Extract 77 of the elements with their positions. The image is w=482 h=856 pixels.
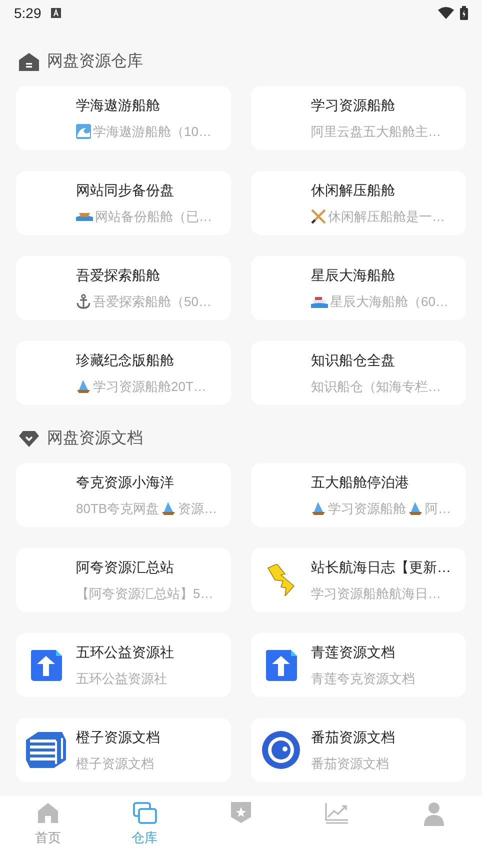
sailboat-icon (311, 501, 326, 516)
resource-card[interactable]: 网站同步备份盘 网站备份船舱（已… (16, 171, 231, 235)
card-subtitle: 五环公益资源社 (76, 670, 167, 688)
resource-card[interactable]: 休闲解压船舱 休闲解压船舱是一… (251, 171, 466, 235)
card-title: 夸克资源小海洋 (76, 472, 175, 492)
card-subtitle: 【阿夸资源汇总站】5… (76, 584, 214, 603)
resource-card[interactable]: 橙子资源文档 橙子资源文档 (16, 718, 231, 782)
sailboat-icon (161, 501, 176, 516)
resource-card[interactable]: 知识船仓全盘 知识船仓（知海专栏… (251, 341, 466, 405)
trend-chart-icon (325, 802, 350, 824)
card-subtitle: 星辰大海船舱（60… (330, 292, 448, 311)
resource-card[interactable]: 星辰大海船舱 星辰大海船舱（60… (251, 256, 466, 320)
battery-icon (460, 6, 468, 20)
card-title: 学海遨游船舱 (76, 96, 161, 115)
card-subtitle: 资源… (178, 500, 218, 518)
upload-arrow-logo-icon (264, 648, 298, 682)
resource-card[interactable]: 站长航海日志【更新… 学习资源船舱航海日… (251, 548, 466, 612)
section-title: 网盘资源文档 (47, 428, 143, 449)
card-title: 网站同步备份盘 (76, 180, 175, 200)
circle-logo-icon (261, 730, 301, 770)
resource-card[interactable]: 五大船舱停泊港 学习资源船舱 阿… (251, 463, 466, 527)
card-subtitle: 吾爱探索船舱（50… (93, 292, 212, 311)
card-subtitle: 学习资源船舱20T… (93, 378, 206, 396)
ship-icon (311, 295, 328, 308)
card-subtitle: 知识船仓（知海专栏… (311, 378, 441, 396)
card-subtitle: 学习资源船舱 (328, 500, 406, 518)
card-title: 番茄资源文档 (311, 728, 395, 747)
card-subtitle: 学海遨游船舱（10… (93, 122, 212, 141)
card-title: 学习资源船舱 (311, 96, 396, 115)
resource-card[interactable]: 青莲资源文档 青莲夸克资源文档 (251, 633, 466, 697)
home-icon (37, 802, 60, 824)
card-subtitle: 休闲解压船舱是一… (328, 208, 445, 226)
section-title: 网盘资源仓库 (47, 52, 143, 72)
shield-star-icon (231, 802, 252, 824)
boat-icon (76, 212, 93, 220)
house-icon (19, 53, 39, 71)
card-title: 珍藏纪念版船舱 (76, 350, 175, 370)
card-title: 五大船舱停泊港 (311, 472, 410, 492)
resource-card[interactable]: 珍藏纪念版船舱 学习资源船舱20T… (16, 341, 231, 405)
card-title: 站长航海日志【更新… (311, 558, 451, 577)
upload-arrow-logo-icon (29, 648, 63, 682)
status-time: 5:29 (14, 4, 42, 22)
stacked-cards-icon (132, 802, 157, 824)
person-icon (422, 802, 445, 826)
card-title: 五环公益资源社 (76, 642, 174, 662)
card-title: 星辰大海船舱 (311, 266, 396, 285)
diamond-tag-icon (19, 430, 39, 448)
stacked-box-logo-icon (26, 732, 66, 768)
resource-card[interactable]: 番茄资源文档 番茄资源文档 (251, 718, 466, 782)
card-title: 青莲资源文档 (311, 642, 396, 662)
resource-card[interactable]: 学海遨游船舱 学海遨游船舱（10… (16, 86, 231, 150)
resource-card[interactable]: 学习资源船舱 阿里云盘五大船舱主… (251, 86, 466, 150)
wifi-icon (438, 7, 454, 19)
sailboat-icon (76, 379, 91, 394)
card-title: 吾爱探索船舱 (76, 266, 161, 285)
lightning-icon (267, 564, 295, 596)
wave-icon (76, 124, 91, 139)
card-subtitle: 80TB夸克网盘 (76, 500, 160, 518)
card-subtitle: 阿里云盘五大船舱主… (311, 122, 441, 141)
resource-card[interactable]: 吾爱探索船舱 吾爱探索船舱（50… (16, 256, 231, 320)
card-subtitle: 青莲夸克资源文档 (311, 670, 415, 688)
card-title: 知识船仓全盘 (311, 350, 396, 370)
card-title: 阿夸资源汇总站 (76, 558, 175, 577)
anchor-icon (76, 294, 91, 309)
card-subtitle: 橙子资源文档 (76, 754, 154, 773)
card-subtitle: 网站备份船舱（已… (95, 208, 212, 226)
card-title: 休闲解压船舱 (311, 180, 396, 200)
resource-card[interactable]: 五环公益资源社 五环公益资源社 (16, 633, 231, 697)
notification-icon (51, 8, 62, 18)
card-subtitle: 学习资源船舱航海日… (311, 584, 441, 603)
crossed-oars-icon (311, 209, 326, 224)
card-subtitle: 番茄资源文档 (311, 754, 389, 773)
resource-card[interactable]: 阿夸资源汇总站 【阿夸资源汇总站】5… (16, 548, 231, 612)
card-title: 橙子资源文档 (76, 728, 160, 747)
resource-card[interactable]: 夸克资源小海洋 80TB夸克网盘 资源… (16, 463, 231, 527)
sailboat-icon (408, 501, 423, 516)
card-subtitle: 阿… (425, 500, 451, 518)
